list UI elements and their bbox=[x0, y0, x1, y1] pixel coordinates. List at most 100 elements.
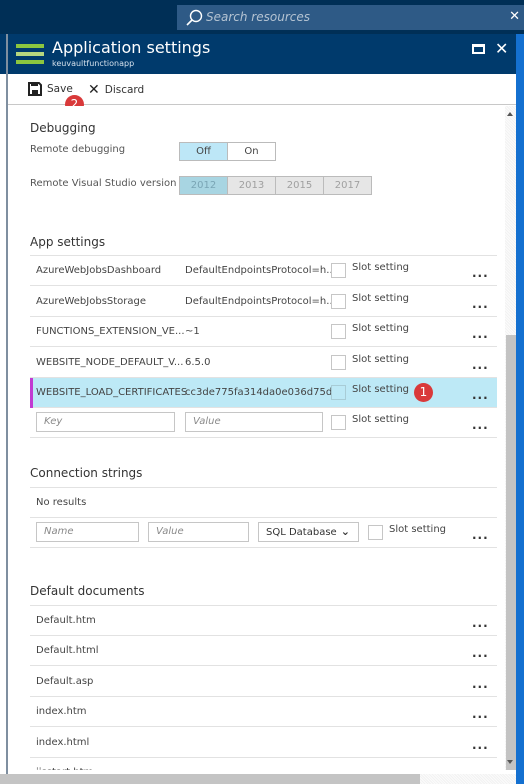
setting-value: DefaultEndpointsProtocol=h.. bbox=[185, 296, 333, 307]
search-box[interactable]: Search resources bbox=[177, 5, 524, 30]
vs-version-2012[interactable]: 2012 bbox=[179, 176, 228, 195]
setting-key: AzureWebJobsStorage bbox=[36, 296, 147, 307]
more-options-icon[interactable]: ... bbox=[472, 677, 489, 691]
slot-setting-label: Slot setting bbox=[352, 262, 410, 273]
more-options-icon[interactable]: ... bbox=[472, 266, 489, 280]
default-document-row[interactable]: Default.htm ... bbox=[30, 606, 497, 636]
search-close-icon[interactable]: ✕ bbox=[509, 9, 520, 24]
more-options-icon[interactable]: ... bbox=[472, 707, 489, 721]
slot-setting-checkbox[interactable] bbox=[331, 385, 346, 400]
new-value-input[interactable]: Value bbox=[185, 412, 323, 432]
slot-setting-checkbox[interactable] bbox=[368, 525, 383, 540]
vs-version-2015[interactable]: 2015 bbox=[275, 176, 324, 195]
setting-key: FUNCTIONS_EXTENSION_VE... bbox=[36, 326, 185, 337]
connection-name-input[interactable]: Name bbox=[36, 522, 139, 542]
slot-setting-checkbox[interactable] bbox=[331, 324, 346, 339]
more-options-icon[interactable]: ... bbox=[472, 528, 489, 542]
more-options-icon[interactable]: ... bbox=[472, 358, 489, 372]
search-placeholder: Search resources bbox=[206, 10, 310, 24]
top-bar: Search resources ✕ bbox=[0, 0, 524, 34]
default-document-row[interactable]: iisstart.htm ... bbox=[30, 758, 497, 770]
debugging-heading: Debugging bbox=[30, 121, 96, 135]
default-document-row[interactable]: index.htm ... bbox=[30, 697, 497, 727]
slot-setting-checkbox[interactable] bbox=[331, 355, 346, 370]
new-connection-string-row: Name Value SQL Database ⌄ Slot setting .… bbox=[30, 518, 497, 548]
setting-value: 6.5.0 bbox=[185, 357, 211, 368]
slot-setting-label: Slot setting bbox=[352, 384, 410, 395]
document-name: Default.htm bbox=[36, 615, 96, 626]
slot-setting-label: Slot setting bbox=[389, 524, 447, 535]
more-options-icon[interactable]: ... bbox=[472, 616, 489, 630]
app-setting-row-selected[interactable]: WEBSITE_LOAD_CERTIFICATES cc3de775fa314d… bbox=[30, 378, 497, 408]
slot-setting-label: Slot setting bbox=[352, 323, 410, 334]
app-setting-row[interactable]: AzureWebJobsStorage DefaultEndpointsProt… bbox=[30, 287, 497, 317]
right-edge-strip bbox=[516, 34, 524, 784]
no-results-text: No results bbox=[36, 497, 87, 508]
default-document-row[interactable]: index.html ... bbox=[30, 728, 497, 758]
vertical-scrollbar[interactable] bbox=[505, 106, 516, 770]
setting-key: WEBSITE_NODE_DEFAULT_V... bbox=[36, 357, 184, 368]
document-name: iisstart.htm bbox=[36, 767, 93, 770]
vs-version-2017[interactable]: 2017 bbox=[323, 176, 372, 195]
more-options-icon[interactable]: ... bbox=[472, 768, 489, 770]
callout-badge-1: 1 bbox=[414, 383, 433, 402]
new-app-setting-row: Key Value Slot setting ... bbox=[30, 408, 497, 438]
close-blade-icon[interactable]: ✕ bbox=[495, 39, 508, 58]
vs-version-2013[interactable]: 2013 bbox=[227, 176, 276, 195]
connection-type-value: SQL Database bbox=[266, 527, 337, 538]
settings-content: Debugging Remote debugging Off On Remote… bbox=[8, 106, 506, 770]
slot-setting-checkbox[interactable] bbox=[331, 294, 346, 309]
setting-value: DefaultEndpointsProtocol=h.. bbox=[185, 265, 333, 276]
chevron-down-icon: ⌄ bbox=[340, 525, 350, 538]
connection-strings-empty-row: No results bbox=[30, 488, 497, 518]
document-name: index.htm bbox=[36, 706, 87, 717]
connection-type-select[interactable]: SQL Database ⌄ bbox=[258, 522, 359, 542]
more-options-icon[interactable]: ... bbox=[472, 327, 489, 341]
app-settings-heading: App settings bbox=[30, 235, 106, 249]
save-button[interactable]: Save bbox=[28, 82, 73, 96]
slot-setting-checkbox[interactable] bbox=[331, 263, 346, 278]
document-name: index.html bbox=[36, 737, 90, 748]
remote-debugging-on[interactable]: On bbox=[227, 142, 276, 161]
new-key-input[interactable]: Key bbox=[36, 412, 175, 432]
slot-setting-checkbox[interactable] bbox=[331, 415, 346, 430]
discard-icon: ✕ bbox=[88, 82, 100, 98]
horizontal-scrollbar-thumb[interactable] bbox=[0, 774, 420, 784]
app-setting-row[interactable]: WEBSITE_NODE_DEFAULT_V... 6.5.0 Slot set… bbox=[30, 348, 497, 378]
scroll-down-icon[interactable] bbox=[507, 760, 513, 764]
app-setting-row[interactable]: FUNCTIONS_EXTENSION_VE... ~1 Slot settin… bbox=[30, 317, 497, 347]
connection-value-input[interactable]: Value bbox=[148, 522, 249, 542]
slot-setting-label: Slot setting bbox=[352, 354, 410, 365]
setting-value: ~1 bbox=[185, 326, 200, 337]
setting-key: AzureWebJobsDashboard bbox=[36, 265, 162, 276]
app-setting-row[interactable]: AzureWebJobsDashboard DefaultEndpointsPr… bbox=[30, 256, 497, 286]
setting-value: cc3de775fa314da0e036d75d.. bbox=[185, 387, 339, 398]
discard-label: Discard bbox=[104, 84, 145, 96]
blade-subtitle: keuvaultfunctionapp bbox=[52, 59, 135, 68]
more-options-icon[interactable]: ... bbox=[472, 388, 489, 402]
slot-setting-label: Slot setting bbox=[352, 414, 410, 425]
remote-debugging-toggle: Off On bbox=[179, 142, 276, 161]
more-options-icon[interactable]: ... bbox=[472, 738, 489, 752]
scrollbar-thumb[interactable] bbox=[506, 335, 516, 770]
scroll-up-icon[interactable] bbox=[507, 112, 513, 116]
search-icon bbox=[186, 9, 203, 26]
default-documents-heading: Default documents bbox=[30, 584, 145, 598]
slot-setting-label: Slot setting bbox=[352, 293, 410, 304]
remote-debugging-label: Remote debugging bbox=[30, 144, 126, 155]
horizontal-scrollbar[interactable] bbox=[0, 774, 516, 784]
maximize-icon[interactable] bbox=[472, 44, 485, 54]
discard-button[interactable]: ✕ Discard bbox=[88, 82, 144, 98]
default-document-row[interactable]: Default.asp ... bbox=[30, 667, 497, 697]
document-name: Default.html bbox=[36, 645, 99, 656]
remote-debugging-off[interactable]: Off bbox=[179, 142, 228, 161]
more-options-icon[interactable]: ... bbox=[472, 297, 489, 311]
more-options-icon[interactable]: ... bbox=[472, 418, 489, 432]
more-options-icon[interactable]: ... bbox=[472, 646, 489, 660]
connection-strings-heading: Connection strings bbox=[30, 466, 143, 480]
setting-key: WEBSITE_LOAD_CERTIFICATES bbox=[36, 387, 188, 398]
app-settings-icon bbox=[16, 44, 44, 64]
save-label: Save bbox=[47, 83, 73, 95]
vs-version-label: Remote Visual Studio version bbox=[30, 178, 177, 189]
default-document-row[interactable]: Default.html ... bbox=[30, 636, 497, 666]
